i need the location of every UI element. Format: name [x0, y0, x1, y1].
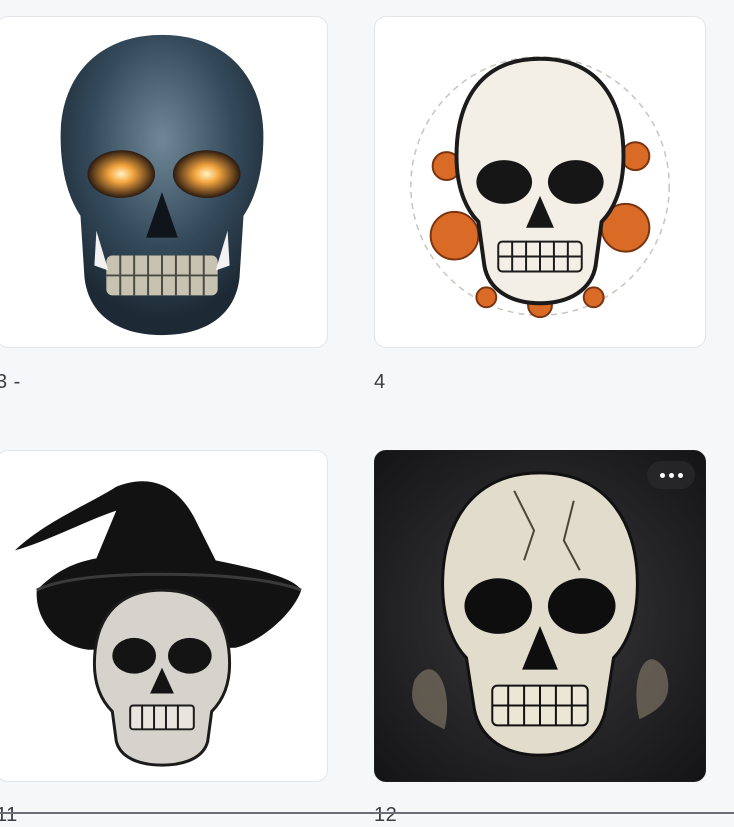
dot — [668, 472, 674, 478]
cracked-skull-image — [375, 451, 705, 781]
gallery-item-image[interactable] — [0, 16, 328, 348]
gallery-item-caption: 11 — [0, 804, 18, 826]
dot — [659, 472, 665, 478]
skull-roses-image — [410, 56, 670, 319]
gallery-item-caption: 4 — [374, 371, 386, 393]
gallery-item-image[interactable] — [374, 16, 706, 348]
more-options-icon[interactable] — [647, 461, 695, 489]
gallery-item-caption: 12 — [374, 804, 398, 826]
gallery-item-image[interactable] — [374, 450, 706, 782]
dot — [677, 472, 683, 478]
witch-hat-skull-image — [14, 481, 302, 767]
gallery-item-image[interactable] — [0, 450, 328, 782]
blue-skull-image — [60, 34, 264, 336]
gallery-item-caption: 3 - — [0, 371, 21, 393]
